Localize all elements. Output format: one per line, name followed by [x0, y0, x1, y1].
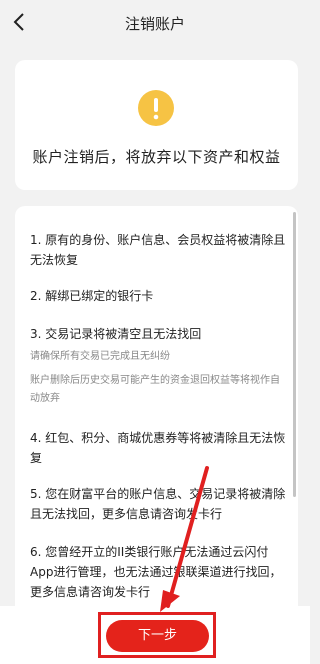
nav-bar: 注销账户	[0, 0, 310, 46]
list-note: 请确保所有交易已完成且无纠纷	[30, 351, 170, 362]
page-title: 注销账户	[124, 15, 185, 33]
list-item: 1. 原有的身份、账户信息、会员权益将被清除且无法恢复	[30, 233, 286, 267]
next-button[interactable]: 下一步	[106, 620, 209, 652]
warning-card: 账户注销后，将放弃以下资产和权益	[15, 60, 298, 190]
list-item: 4. 红包、积分、商城优惠券等将被清除且无法恢复	[30, 431, 286, 465]
scrollbar[interactable]	[293, 212, 296, 497]
list-note: 账户删除后历史交易可能产生的资金退回权益等将视作自动放弃	[30, 375, 280, 404]
exclamation-icon	[138, 90, 174, 126]
list-item: 6. 您曾经开立的II类银行账户无法通过云闪付App进行管理，也无法通过银联渠道…	[30, 545, 282, 599]
list-item: 2. 解绑已绑定的银行卡	[30, 289, 154, 303]
terms-list[interactable]: 1. 原有的身份、账户信息、会员权益将被清除且无法恢复 2. 解绑已绑定的银行卡…	[15, 206, 298, 606]
list-item: 3. 交易记录将被清空且无法找回	[30, 327, 202, 341]
list-item: 5. 您在财富平台的账户信息、交易记录将被清除且无法找回，更多信息请咨询发卡行	[30, 487, 286, 521]
warning-text: 账户注销后，将放弃以下资产和权益	[32, 148, 281, 166]
